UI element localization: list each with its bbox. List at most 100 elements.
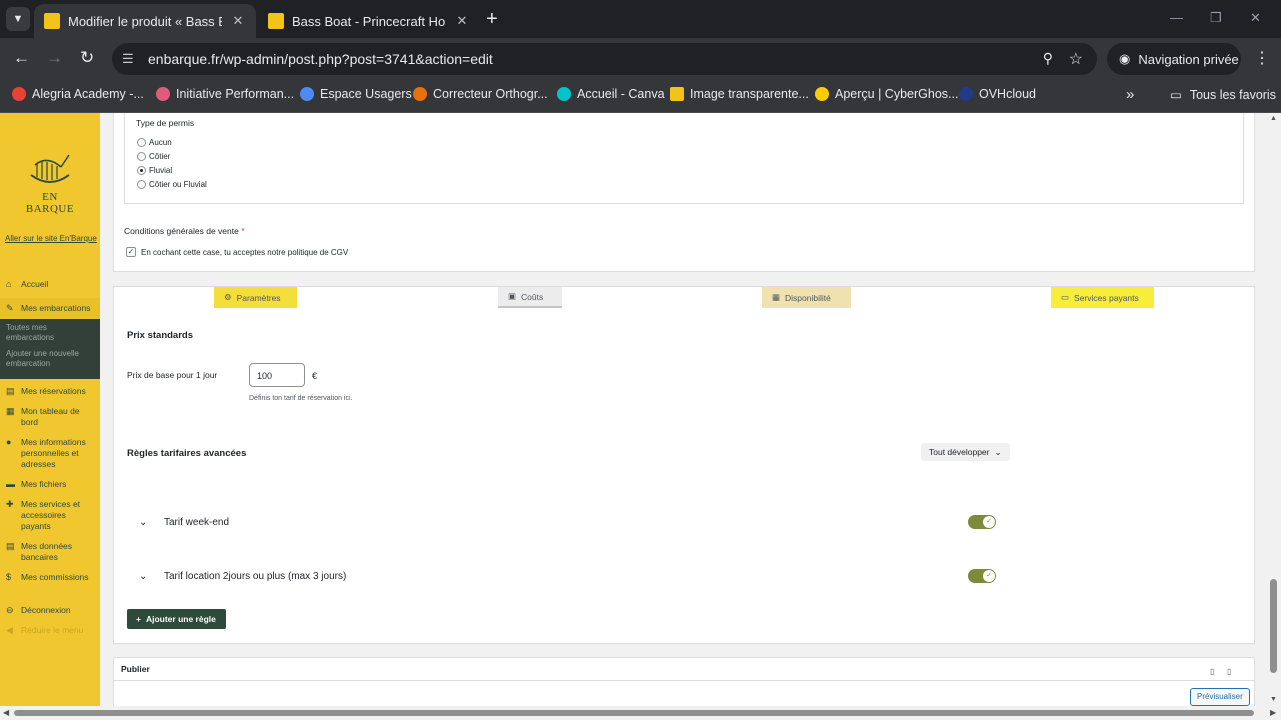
publish-title: Publier [121, 664, 150, 674]
vertical-scrollbar[interactable]: ▲ ▼ [1267, 113, 1281, 706]
logo-text: EN BARQUE [25, 191, 75, 215]
menu-item-fichiers[interactable]: ▬ Mes fichiers [0, 477, 100, 492]
menu-item-bancaires[interactable]: ▤ Mes données bancaires [0, 539, 100, 565]
reload-icon[interactable]: ↻ [80, 49, 94, 67]
rule-row-weekend[interactable]: ⌄ Tarif week-end [139, 512, 999, 532]
expand-all-label: Tout développer [929, 447, 990, 457]
menu-item-label: Mes commissions [21, 572, 89, 582]
bookmark-item[interactable]: Alegria Academy -... [12, 87, 144, 101]
bookmark-item[interactable]: Initiative Performan... [156, 87, 294, 101]
tab-search-button[interactable]: ▼ [6, 7, 30, 31]
menu-item-services[interactable]: ✚ Mes services et accessoires payants [0, 497, 100, 534]
rule-row-2jours[interactable]: ⌄ Tarif location 2jours ou plus (max 3 j… [139, 566, 999, 586]
menu-item-label: Mes embarcations [21, 303, 91, 313]
all-bookmarks-button[interactable]: ▭ Tous les favoris [1170, 87, 1276, 103]
bookmark-item[interactable]: Aperçu | CyberGhos... [815, 87, 958, 101]
dashboard-icon: ▦ [6, 406, 15, 416]
rule-toggle-2jours[interactable] [968, 569, 996, 583]
scroll-up-icon[interactable]: ▲ [1270, 115, 1277, 122]
chevron-down-icon[interactable]: ⌄ [139, 571, 149, 582]
radio-button[interactable] [137, 138, 146, 147]
pricing-card: ⚙ Paramètres ▣ Coûts ▦ Disponibilité ▭ Servi… [113, 286, 1255, 644]
bookmark-favicon-icon [670, 87, 684, 101]
address-bar[interactable]: ☰ enbarque.fr/wp-admin/post.php?post=374… [112, 43, 1097, 75]
radio-label: Côtier [149, 152, 171, 161]
submenu-item-add-boat[interactable]: Ajouter une nouvelle embarcation [6, 349, 94, 369]
url-text[interactable]: enbarque.fr/wp-admin/post.php?post=3741&… [148, 51, 493, 67]
chevron-down-icon[interactable]: ⌄ [139, 517, 149, 528]
scroll-down-icon[interactable]: ▼ [1270, 696, 1277, 703]
tab-services-payants[interactable]: ▭ Services payants [1051, 287, 1154, 308]
close-icon[interactable]: ✕ [230, 13, 246, 29]
tab-disponibilite[interactable]: ▦ Disponibilité [762, 287, 851, 308]
incognito-button[interactable]: ◉ Navigation privée [1107, 43, 1241, 75]
browser-toolbar: ← → ↻ ☰ enbarque.fr/wp-admin/post.php?po… [0, 38, 1281, 80]
horizontal-scrollbar[interactable]: ◀ ▶ [0, 706, 1281, 720]
scrollbar-thumb[interactable] [1270, 579, 1277, 673]
browser-tab-bar: ▼ Modifier le produit « Bass Boat ✕ Bass… [0, 0, 1281, 38]
permis-title: Type de permis [136, 118, 195, 128]
scrollbar-thumb[interactable] [14, 710, 1254, 716]
bookmark-item[interactable]: OVHcloud [959, 87, 1036, 101]
radio-option-aucun[interactable]: Aucun [137, 138, 172, 147]
forward-icon[interactable]: → [46, 49, 63, 67]
user-icon: ● [6, 437, 12, 447]
menu-item-label: Déconnexion [21, 605, 71, 615]
publish-box: Publier ▯ ▯ Prévisualiser [113, 657, 1255, 706]
scroll-left-icon[interactable]: ◀ [3, 708, 9, 717]
menu-kebab-icon[interactable]: ⋮ [1254, 48, 1270, 68]
menu-item-mes-embarcations[interactable]: ✎ Mes embarcations [0, 298, 100, 319]
standard-prices-title: Prix standards [127, 330, 193, 341]
minimize-icon[interactable]: — [1170, 10, 1183, 25]
menu-item-commissions[interactable]: $ Mes commissions [0, 570, 100, 585]
scroll-right-icon[interactable]: ▶ [1270, 708, 1276, 717]
browser-tab[interactable]: Bass Boat - Princecraft Holiday ✕ [258, 4, 480, 38]
bookmark-item[interactable]: Correcteur Orthogr... [413, 87, 548, 101]
bookmark-favicon-icon [557, 87, 571, 101]
bookmark-item[interactable]: Accueil - Canva [557, 87, 665, 101]
logo[interactable]: EN BARQUE [20, 153, 80, 215]
menu-item-accueil[interactable]: ⌂ Accueil [0, 277, 100, 292]
window-close-icon[interactable]: ✕ [1250, 10, 1261, 26]
restore-icon[interactable]: ❐ [1210, 10, 1222, 26]
preview-button[interactable]: Prévisualiser [1190, 688, 1250, 706]
menu-item-deconnexion[interactable]: ⊖ Déconnexion [0, 603, 100, 618]
bookmarks-more-icon[interactable]: » [1126, 86, 1134, 103]
menu-item-infos[interactable]: ● Mes informations personnelles et adress… [0, 435, 100, 472]
visit-site-link[interactable]: Aller sur le site En'Barque [5, 234, 97, 243]
cgv-checkbox-row[interactable]: ✓ En cochant cette case, tu acceptes not… [126, 247, 348, 257]
move-down-icon[interactable]: ▯ [1227, 667, 1231, 676]
rule-label: Tarif location 2jours ou plus (max 3 jou… [164, 570, 347, 582]
expand-all-button[interactable]: Tout développer ⌄ [921, 443, 1010, 461]
menu-item-label: Réduire le menu [21, 625, 84, 635]
cgv-checkbox[interactable]: ✓ [126, 247, 136, 257]
site-info-icon[interactable]: ☰ [122, 51, 142, 67]
radio-option-cotier-fluvial[interactable]: Côtier ou Fluvial [137, 180, 207, 189]
menu-item-reservations[interactable]: ▤ Mes réservations [0, 384, 100, 399]
back-icon[interactable]: ← [13, 49, 30, 67]
logout-icon: ⊖ [6, 605, 14, 615]
radio-option-fluvial[interactable]: Fluvial [137, 166, 172, 175]
search-icon[interactable]: ⚲ [1043, 50, 1053, 67]
rule-toggle-weekend[interactable] [968, 515, 996, 529]
radio-button[interactable] [137, 180, 146, 189]
bookmark-item[interactable]: Espace Usagers [300, 87, 412, 101]
close-icon[interactable]: ✕ [454, 13, 470, 29]
move-up-icon[interactable]: ▯ [1210, 667, 1214, 676]
folder-icon: ▬ [6, 479, 15, 489]
menu-item-dashboard[interactable]: ▦ Mon tableau de bord [0, 404, 100, 430]
radio-button[interactable] [137, 152, 146, 161]
base-price-input[interactable]: 100 [249, 363, 305, 387]
submenu-item-all-boats[interactable]: Toutes mes embarcations [6, 323, 94, 343]
bookmark-item[interactable]: Image transparente... [670, 87, 809, 101]
tab-couts[interactable]: ▣ Coûts [498, 287, 562, 308]
star-icon[interactable]: ☆ [1069, 49, 1083, 69]
radio-button-checked[interactable] [137, 166, 146, 175]
menu-item-collapse[interactable]: ◀ Réduire le menu [0, 623, 100, 638]
boat-logo-icon [30, 154, 70, 183]
radio-option-cotier[interactable]: Côtier [137, 152, 170, 161]
add-rule-button[interactable]: + Ajouter une règle [127, 609, 226, 629]
browser-tab-active[interactable]: Modifier le produit « Bass Boat ✕ [34, 4, 256, 38]
tab-parametres[interactable]: ⚙ Paramètres [214, 287, 297, 308]
new-tab-button[interactable]: + [486, 9, 498, 29]
